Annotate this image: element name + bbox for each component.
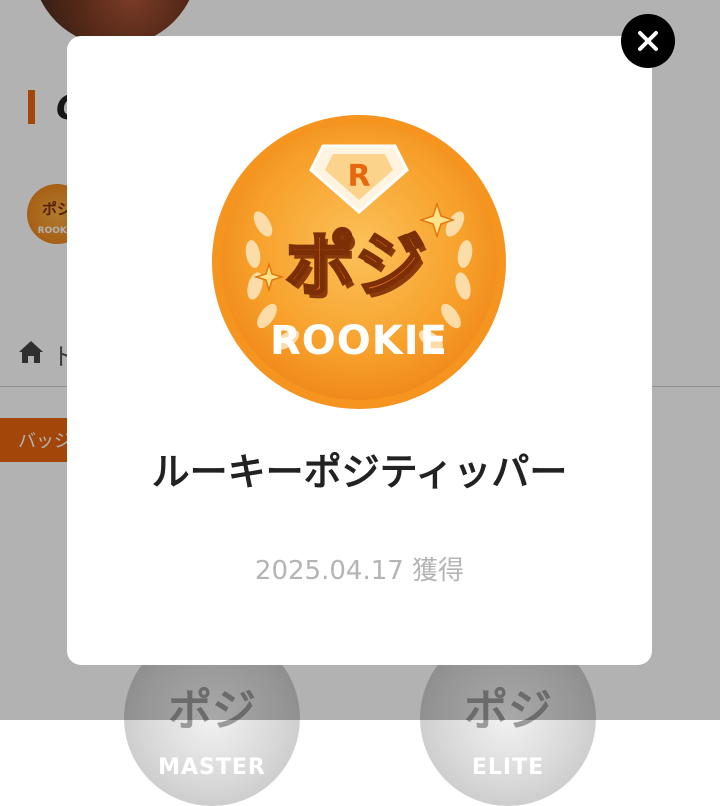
locked-badge-label: MASTER <box>158 755 266 780</box>
badge-katakana: ポジ <box>285 224 425 306</box>
locked-badge-label: ELITE <box>471 755 545 780</box>
rookie-badge-image: R ポジ ポジ ROOKIE <box>212 115 506 409</box>
acquired-date: 2025.04.17 獲得 <box>254 556 465 586</box>
rank-letter: R <box>347 159 370 194</box>
badge-title: ルーキーポジティッパー <box>151 450 568 494</box>
close-button[interactable] <box>621 14 675 68</box>
badge-word: ROOKIE <box>270 318 448 364</box>
badge-detail-modal: R ポジ ポジ ROOKIE ルーキーポジティッパー 2025.04.17 獲得 <box>67 36 652 665</box>
close-icon <box>638 31 658 51</box>
